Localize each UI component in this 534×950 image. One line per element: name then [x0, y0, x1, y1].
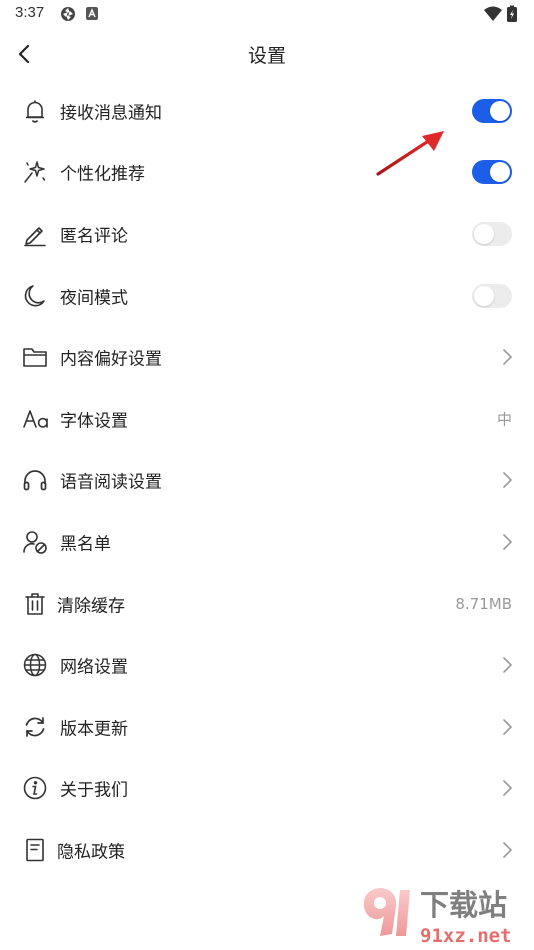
setting-label: 接收消息通知 — [60, 103, 162, 124]
refresh-icon — [22, 714, 48, 740]
setting-label: 个性化推荐 — [60, 164, 145, 185]
watermark-logo: 下载站 91xz.net — [354, 870, 532, 950]
setting-row-blacklist[interactable]: 黑名单 — [0, 511, 534, 573]
chevron-right-icon — [503, 780, 512, 797]
toggle-knob — [474, 285, 494, 306]
setting-label: 字体设置 — [60, 411, 128, 432]
setting-label: 黑名单 — [60, 534, 111, 555]
trash-icon — [22, 591, 48, 617]
setting-row-personalized-recommendations[interactable]: 个性化推荐 — [0, 142, 534, 204]
wifi-icon — [483, 5, 503, 27]
setting-row-version-update[interactable]: 版本更新 — [0, 696, 534, 758]
header: 设置 — [0, 28, 534, 80]
chevron-right-icon — [503, 657, 512, 673]
personalized-recommendations-toggle[interactable] — [472, 160, 512, 185]
settings-list: 接收消息通知 个性化推荐 匿名评论 夜间模式 内容偏好设置 字体设置 中 语音阅… — [0, 80, 534, 881]
setting-row-anonymous-comment[interactable]: 匿名评论 — [0, 203, 534, 265]
sparkle-icon — [22, 159, 48, 185]
page-title: 设置 — [247, 45, 286, 67]
chevron-right-icon — [503, 472, 512, 489]
setting-label: 关于我们 — [60, 780, 128, 801]
font-aa-icon — [22, 406, 52, 432]
setting-row-about-us[interactable]: 关于我们 — [0, 758, 534, 820]
setting-label: 匿名评论 — [60, 226, 128, 247]
setting-row-voice-reading[interactable]: 语音阅读设置 — [0, 450, 534, 512]
moon-icon — [22, 283, 48, 309]
chevron-right-icon — [503, 842, 512, 858]
aperture-icon — [59, 5, 77, 27]
document-icon — [22, 837, 48, 863]
watermark-domain: 91xz.net — [420, 925, 512, 947]
notifications-toggle[interactable] — [472, 98, 512, 123]
watermark-brand: 下载站 — [420, 888, 507, 922]
chevron-right-icon — [503, 349, 512, 365]
status-time: 3:37 — [15, 4, 45, 21]
toggle-knob — [474, 223, 494, 244]
setting-label: 夜间模式 — [60, 288, 128, 309]
setting-row-notifications[interactable]: 接收消息通知 — [0, 80, 534, 142]
chevron-right-icon — [503, 534, 512, 550]
setting-label: 清除缓存 — [57, 596, 125, 617]
night-mode-toggle[interactable] — [472, 283, 512, 308]
globe-icon — [22, 652, 48, 678]
toggle-knob — [490, 100, 510, 121]
annotation-arrow-icon — [376, 131, 444, 176]
cache-size-value: 8.71MB — [455, 594, 512, 613]
pencil-icon — [22, 221, 48, 247]
toggle-knob — [490, 162, 510, 183]
app-a-icon — [85, 5, 99, 27]
bell-icon — [22, 98, 48, 124]
chevron-right-icon — [503, 718, 512, 735]
setting-row-font[interactable]: 字体设置 中 — [0, 388, 534, 450]
setting-row-clear-cache[interactable]: 清除缓存 8.71MB — [0, 573, 534, 635]
user-block-icon — [22, 529, 48, 555]
anonymous-comment-toggle[interactable] — [472, 221, 512, 246]
battery-icon — [506, 5, 518, 27]
setting-label: 隐私政策 — [57, 842, 125, 863]
font-size-value: 中 — [496, 410, 512, 429]
info-icon — [22, 775, 48, 801]
setting-row-night-mode[interactable]: 夜间模式 — [0, 265, 534, 327]
headphones-icon — [22, 467, 48, 493]
setting-label: 语音阅读设置 — [60, 472, 162, 493]
setting-label: 网络设置 — [60, 657, 128, 678]
setting-label: 版本更新 — [60, 719, 128, 740]
folder-icon — [22, 344, 48, 370]
setting-row-network[interactable]: 网络设置 — [0, 634, 534, 696]
setting-row-content-preferences[interactable]: 内容偏好设置 — [0, 326, 534, 388]
setting-label: 内容偏好设置 — [60, 349, 162, 370]
status-bar: 3:37 — [0, 0, 534, 28]
